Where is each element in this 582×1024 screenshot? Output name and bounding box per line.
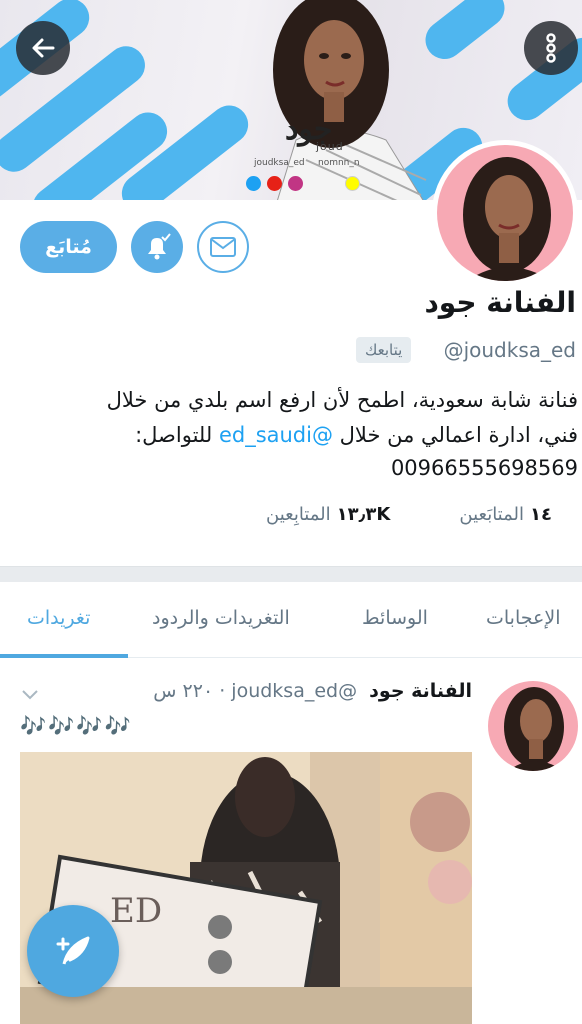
profile-bio-line: فنانة شابة سعودية، اطمح لأن ارفع اسم بلد…: [106, 388, 578, 412]
profile-bio-phone: 00966555698569: [390, 456, 578, 480]
tab-media[interactable]: الوسائط: [362, 607, 428, 629]
banner-social-icons: [246, 176, 360, 191]
bell-icon: [148, 233, 171, 260]
envelope-icon: [210, 237, 236, 257]
banner-handle: nomnn_n: [318, 158, 360, 168]
profile-avatar[interactable]: [432, 140, 578, 286]
tweet-time: · ٢٢٠ س: [153, 680, 226, 702]
tweet-header: الفنانة جود @joudksa_ed · ٢٢٠ س: [153, 680, 472, 702]
tweet-avatar-portrait: [504, 687, 564, 771]
compose-feather-icon: [56, 936, 90, 965]
compose-tweet-button[interactable]: [27, 905, 119, 997]
snapchat-icon: [345, 176, 360, 191]
section-divider: [0, 566, 582, 582]
profile-bio-line: فني، ادارة اعمالي من خلال @ed_saudi للتو…: [135, 423, 578, 447]
profile-tabs: الإعجابات الوسائط التغريدات والردود تغري…: [0, 582, 582, 658]
tab-likes[interactable]: الإعجابات: [486, 607, 560, 629]
followers-stat[interactable]: ١٣٫٣Kالمتابِعين: [266, 504, 390, 525]
tab-tweets[interactable]: تغريدات: [27, 607, 90, 629]
overflow-menu-button[interactable]: [524, 21, 578, 75]
following-stat[interactable]: ١٤المتابَعين: [459, 504, 552, 525]
profile-handle: @joudksa_ed: [443, 338, 576, 362]
tab-tweets-replies[interactable]: التغريدات والردود: [152, 607, 290, 629]
more-vertical-icon: [546, 33, 556, 63]
back-button[interactable]: [16, 21, 70, 75]
bio-mention-link[interactable]: @ed_saudi: [219, 423, 333, 447]
twitter-icon: [246, 176, 261, 191]
tweet-text: 🎶🎶🎶🎶: [20, 714, 133, 738]
avatar-portrait: [463, 157, 552, 281]
tweet-avatar[interactable]: [488, 681, 578, 771]
instagram-icon: [288, 176, 303, 191]
notifications-button[interactable]: [131, 221, 183, 273]
follows-you-badge: يتابعك: [356, 337, 412, 363]
active-tab-indicator: [0, 654, 128, 658]
tweet-author[interactable]: الفنانة جود: [369, 680, 472, 702]
svg-text:ED: ED: [110, 891, 162, 931]
profile-name: الفنانة جود: [424, 286, 576, 319]
banner-handle: joudksa_ed: [254, 158, 305, 168]
following-button[interactable]: مُتابَع: [20, 221, 117, 273]
tweet-handle: @joudksa_ed: [231, 680, 358, 702]
chevron-down-icon[interactable]: [20, 684, 40, 704]
arrow-left-icon: [32, 38, 55, 58]
banner-portrait: [273, 0, 427, 200]
message-button[interactable]: [197, 221, 249, 273]
banner-subtitle: joud: [316, 140, 344, 153]
youtube-icon: [267, 176, 282, 191]
